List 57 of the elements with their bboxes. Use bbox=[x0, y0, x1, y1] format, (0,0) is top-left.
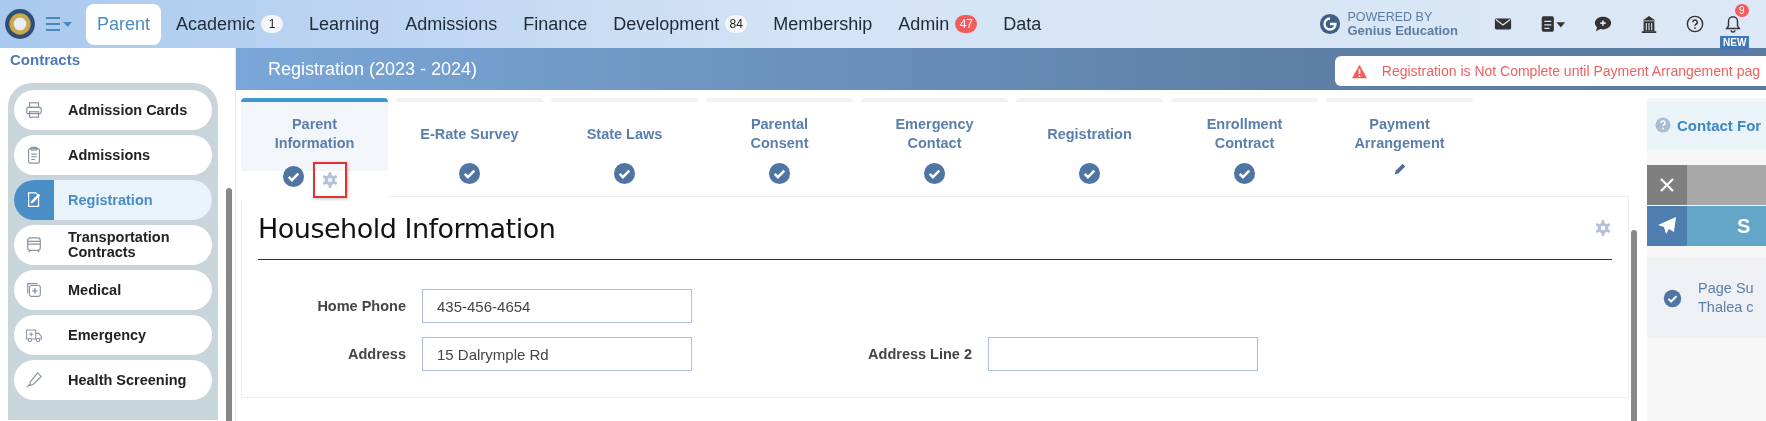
sidebar-title: Contracts bbox=[9, 50, 81, 70]
message-text: Page Su bbox=[1698, 279, 1754, 298]
school-seal-icon[interactable] bbox=[4, 8, 36, 40]
sidebar-item[interactable]: Medical bbox=[14, 270, 212, 310]
nav-tab[interactable]: Membership bbox=[762, 3, 884, 45]
input-field[interactable]: 435-456-4654 bbox=[422, 289, 692, 323]
sidebar-item[interactable]: Admission Cards bbox=[14, 90, 212, 130]
help-icon bbox=[1655, 117, 1671, 133]
nav-tab[interactable]: Development 84 bbox=[602, 3, 759, 45]
sidebar-item[interactable]: Transportation Contracts bbox=[14, 225, 212, 265]
document-dropdown-icon[interactable] bbox=[1540, 15, 1566, 33]
new-tag: NEW bbox=[1720, 36, 1750, 50]
field-label: Home Phone bbox=[316, 298, 407, 314]
sidebar-item[interactable]: Emergency bbox=[14, 315, 212, 355]
printer-icon bbox=[25, 101, 43, 119]
clipboard-icon bbox=[25, 146, 43, 164]
count-badge: 47 bbox=[955, 15, 978, 33]
building-icon[interactable] bbox=[1640, 15, 1658, 33]
thermometer-icon bbox=[25, 371, 43, 389]
paper-plane-icon bbox=[1657, 216, 1677, 236]
scrollbar[interactable] bbox=[226, 188, 232, 421]
bell-icon[interactable] bbox=[1724, 15, 1742, 33]
powered-by-label: POWERED BY bbox=[1347, 10, 1434, 24]
medical-kit-icon bbox=[25, 281, 43, 299]
scrollbar[interactable] bbox=[1631, 230, 1637, 421]
message-text: Thalea c bbox=[1698, 298, 1754, 317]
field-label: Address bbox=[346, 346, 407, 362]
alert-message: Registration is Not Complete until Payment Arrangement pag bbox=[1381, 63, 1760, 79]
step-tab[interactable]: Parent Information bbox=[241, 98, 388, 200]
nav-tab[interactable]: Parent bbox=[86, 3, 162, 45]
field-label: Address Line 2 bbox=[867, 346, 973, 362]
bus-icon bbox=[25, 236, 43, 254]
nav-tab[interactable]: Data bbox=[992, 3, 1053, 45]
page-title: Registration (2023 - 2024) bbox=[268, 58, 478, 80]
signed-document-icon bbox=[25, 191, 43, 209]
nav-tab[interactable]: Academic 1 bbox=[165, 3, 295, 45]
gear-logo-icon bbox=[1319, 13, 1342, 35]
nav-tab[interactable]: Admissions bbox=[394, 3, 509, 45]
close-icon bbox=[1659, 177, 1675, 193]
check-circle-icon bbox=[1663, 288, 1682, 308]
close-button[interactable] bbox=[1647, 165, 1687, 205]
chat-plus-icon[interactable] bbox=[1594, 15, 1612, 33]
brand-name: Genius Education bbox=[1347, 24, 1458, 38]
ambulance-icon bbox=[25, 326, 43, 344]
help-icon[interactable] bbox=[1686, 15, 1704, 33]
nav-tab[interactable]: Admin 47 bbox=[887, 3, 989, 45]
warning-icon bbox=[1350, 63, 1368, 79]
section-title: Household Information bbox=[258, 212, 556, 244]
nav-tab[interactable]: Learning bbox=[298, 3, 391, 45]
input-field[interactable] bbox=[988, 337, 1258, 371]
notification-badge: 9 bbox=[1735, 4, 1749, 17]
sidebar-item[interactable]: Health Screening bbox=[14, 360, 212, 400]
nav-tab[interactable]: Finance bbox=[512, 3, 599, 45]
count-badge: 1 bbox=[261, 15, 284, 33]
count-badge: 84 bbox=[725, 15, 748, 33]
input-field[interactable]: 15 Dalrymple Rd bbox=[422, 337, 692, 371]
sidebar-item[interactable]: Admissions bbox=[14, 135, 212, 175]
